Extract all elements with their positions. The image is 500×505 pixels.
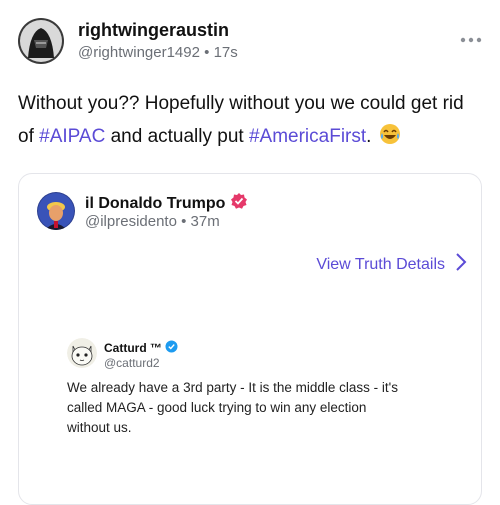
meta-separator: • — [181, 213, 191, 230]
post-body: Without you?? Hopefully without you we c… — [18, 87, 484, 156]
quoted-author-handle[interactable]: @ilpresidento — [85, 213, 177, 230]
embedded-tweet-handle[interactable]: @catturd2 — [104, 356, 160, 370]
quoted-author-meta: @ilpresidento • 37m — [85, 213, 220, 230]
quoted-author-avatar[interactable] — [37, 192, 75, 230]
quoted-author-name-row: il Donaldo Trumpo — [85, 192, 248, 215]
embedded-tweet-name[interactable]: Catturd ™ — [104, 341, 162, 355]
embedded-tweet-text: We already have a 3rd party - It is the … — [67, 380, 398, 435]
view-details-label: View Truth Details — [316, 255, 445, 273]
post: rightwingeraustin @rightwinger1492 • 17s… — [0, 0, 500, 505]
meta-separator: • — [204, 44, 210, 61]
hashtag-americafirst[interactable]: #AmericaFirst — [249, 126, 366, 147]
author-name[interactable]: rightwingeraustin — [78, 20, 229, 41]
more-options-icon[interactable] — [460, 32, 482, 43]
verified-badge-icon — [230, 192, 248, 215]
body-text-3: . — [366, 126, 377, 147]
quoted-post-card[interactable]: il Donaldo Trumpo @ilpresidento • 37m Vi… — [18, 173, 482, 505]
post-time[interactable]: 17s — [214, 44, 238, 61]
view-truth-details-link[interactable]: View Truth Details — [316, 252, 467, 277]
author-avatar[interactable] — [18, 18, 64, 64]
quoted-post-time[interactable]: 37m — [191, 213, 220, 230]
body-text-2: and actually put — [105, 126, 249, 147]
laughing-tears-emoji-icon — [379, 123, 401, 156]
quoted-author-name[interactable]: il Donaldo Trumpo — [85, 195, 225, 213]
author-handle[interactable]: @rightwinger1492 — [78, 44, 200, 61]
embedded-tweet-avatar[interactable] — [67, 338, 97, 368]
chevron-right-icon — [455, 252, 467, 277]
hashtag-aipac[interactable]: #AIPAC — [39, 126, 105, 147]
embedded-tweet-name-row: Catturd ™ — [104, 340, 178, 356]
author-meta: @rightwinger1492 • 17s — [78, 44, 238, 61]
blue-check-icon — [165, 340, 178, 356]
